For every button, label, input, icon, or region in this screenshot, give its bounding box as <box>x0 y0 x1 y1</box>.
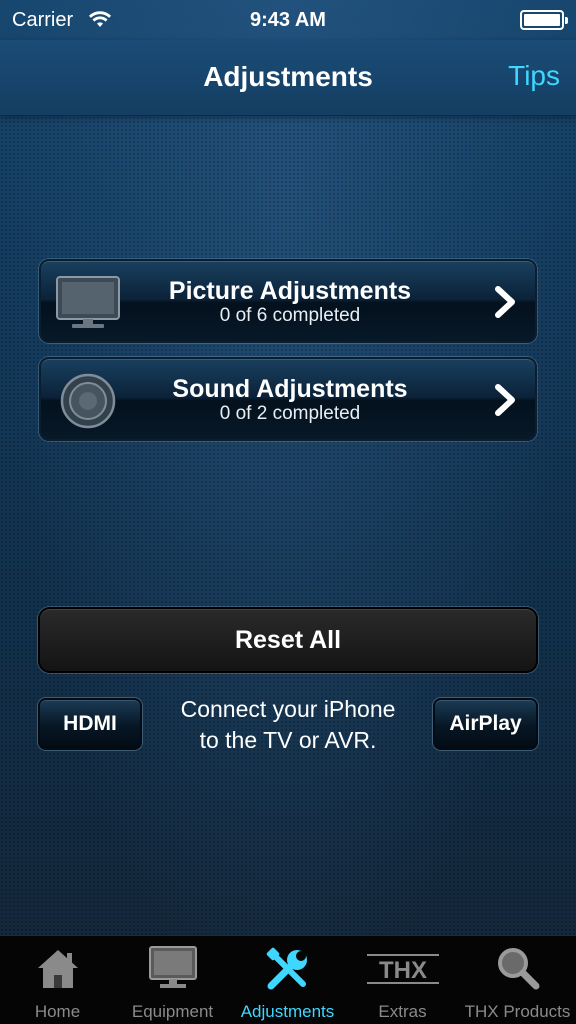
thx-logo-icon: THX <box>345 944 460 996</box>
chevron-right-icon <box>493 283 519 321</box>
tools-icon <box>230 944 345 996</box>
clock: 9:43 AM <box>250 9 326 31</box>
tab-label-adjustments: Adjustments <box>240 1002 335 1021</box>
tab-adjustments[interactable]: Adjustments <box>230 936 345 1024</box>
picture-adjustments-title: Picture Adjustments <box>168 277 412 305</box>
tab-thx-products[interactable]: THX Products <box>460 936 575 1024</box>
picture-adjustments-button[interactable]: Picture Adjustments 0 of 6 completed <box>39 259 537 343</box>
status-bar: Carrier 9:43 AM <box>0 0 576 40</box>
home-icon <box>0 944 115 996</box>
tab-equipment[interactable]: Equipment <box>115 936 230 1024</box>
tab-label-home: Home <box>34 1002 81 1021</box>
tv-icon <box>115 944 230 996</box>
connect-instructions-line2: to the TV or AVR. <box>199 727 377 753</box>
connect-instructions: Connect your iPhone to the TV or AVR. <box>150 694 426 756</box>
tab-home[interactable]: Home <box>0 936 115 1024</box>
tab-bar: Home Equipment Adjustments THX Extras TH… <box>0 935 576 1024</box>
tips-button[interactable]: Tips <box>508 60 560 92</box>
sound-adjustments-button[interactable]: Sound Adjustments 0 of 2 completed <box>39 357 537 441</box>
page-title: Adjustments <box>203 61 373 92</box>
picture-adjustments-progress: 0 of 6 completed <box>219 305 361 326</box>
airplay-button[interactable]: AirPlay <box>433 698 538 750</box>
tab-extras[interactable]: THX Extras <box>345 936 460 1024</box>
svg-text:THX: THX <box>379 957 427 984</box>
app-screen <box>0 0 576 1024</box>
magnifier-icon <box>460 944 575 996</box>
sound-adjustments-progress: 0 of 2 completed <box>219 403 361 424</box>
sound-adjustments-title: Sound Adjustments <box>172 375 408 403</box>
reset-all-button[interactable]: Reset All <box>38 607 538 673</box>
navigation-bar: Adjustments Tips <box>0 40 576 116</box>
tab-label-equipment: Equipment <box>131 1002 214 1021</box>
chevron-right-icon <box>493 381 519 419</box>
battery-icon <box>520 10 568 30</box>
tab-label-thx-products: THX Products <box>464 1002 571 1021</box>
hdmi-button[interactable]: HDMI <box>38 698 142 750</box>
connect-instructions-line1: Connect your iPhone <box>180 696 396 722</box>
tab-label-extras: Extras <box>378 1002 427 1021</box>
